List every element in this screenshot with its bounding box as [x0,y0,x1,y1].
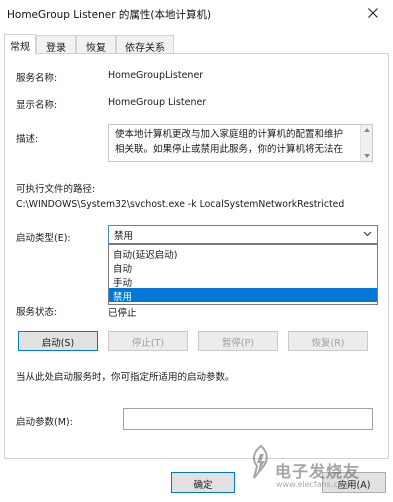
startup-option-auto[interactable]: 自动 [109,260,377,275]
start-params-label: 启动参数(M): [16,417,73,428]
general-panel: 服务名称: HomeGroupListener 显示名称: HomeGroup … [4,53,389,459]
startup-type-select[interactable]: 禁用 [108,225,378,244]
display-name-value: HomeGroup Listener [108,97,207,108]
title-bar: HomeGroup Listener 的属性(本地计算机) [0,0,393,28]
tab-logon[interactable]: 登录 [36,35,76,54]
resume-button[interactable]: 恢复(R) [288,331,368,351]
close-button[interactable] [358,2,388,24]
service-name-label: 服务名称: [16,73,58,84]
startup-type-dropdown: 自动(延迟启动) 自动 手动 禁用 [108,244,378,305]
startup-option-disabled[interactable]: 禁用 [109,288,377,303]
scroll-up-icon[interactable] [364,128,370,132]
watermark-logo-icon [252,444,268,479]
display-name-label: 显示名称: [16,100,58,111]
service-status-label: 服务状态: [16,307,58,318]
exe-path-label: 可执行文件的路径: [16,184,96,195]
tab-recovery[interactable]: 恢复 [76,35,116,54]
close-icon [368,8,378,18]
service-status-value: 已停止 [108,308,137,319]
description-label: 描述: [16,134,39,145]
startup-option-manual[interactable]: 手动 [109,274,377,289]
start-params-input[interactable] [123,408,373,430]
description-box[interactable]: 使本地计算机更改与加入家庭组的计算机的配置和维护 相关联。如果停止或禁用此服务，… [108,124,373,162]
startup-option-auto-delayed[interactable]: 自动(延迟启动) [109,246,377,261]
watermark-brand: 电子发烧友 [275,462,361,481]
pause-button[interactable]: 暂停(P) [198,331,278,351]
start-button[interactable]: 启动(S) [18,331,98,351]
scroll-down-icon[interactable] [364,154,370,158]
watermark-url: www.elecfans.com [276,480,351,489]
start-params-hint: 当从此处启动服务时，你可指定所适用的启动参数。 [16,372,235,383]
tab-general[interactable]: 常规 [4,34,36,55]
description-line-1: 使本地计算机更改与加入家庭组的计算机的配置和维护 [115,129,344,140]
startup-type-value: 禁用 [114,231,134,242]
ok-button[interactable]: 确定 [171,472,235,493]
description-line-2: 相关联。如果停止或禁用此服务，你的计算机将无法在 [115,144,344,155]
exe-path-value: C:\WINDOWS\System32\svchost.exe -k Local… [16,199,345,210]
stop-button[interactable]: 停止(T) [108,331,188,351]
description-scrollbar[interactable] [360,125,372,161]
tab-dependencies[interactable]: 依存关系 [116,35,174,54]
service-name-value: HomeGroupListener [108,70,204,81]
startup-type-label: 启动类型(E): [16,233,71,244]
tab-bar: 常规 登录 恢复 依存关系 [4,34,389,55]
window-title: HomeGroup Listener 的属性(本地计算机) [7,9,212,21]
chevron-down-icon [363,231,372,237]
